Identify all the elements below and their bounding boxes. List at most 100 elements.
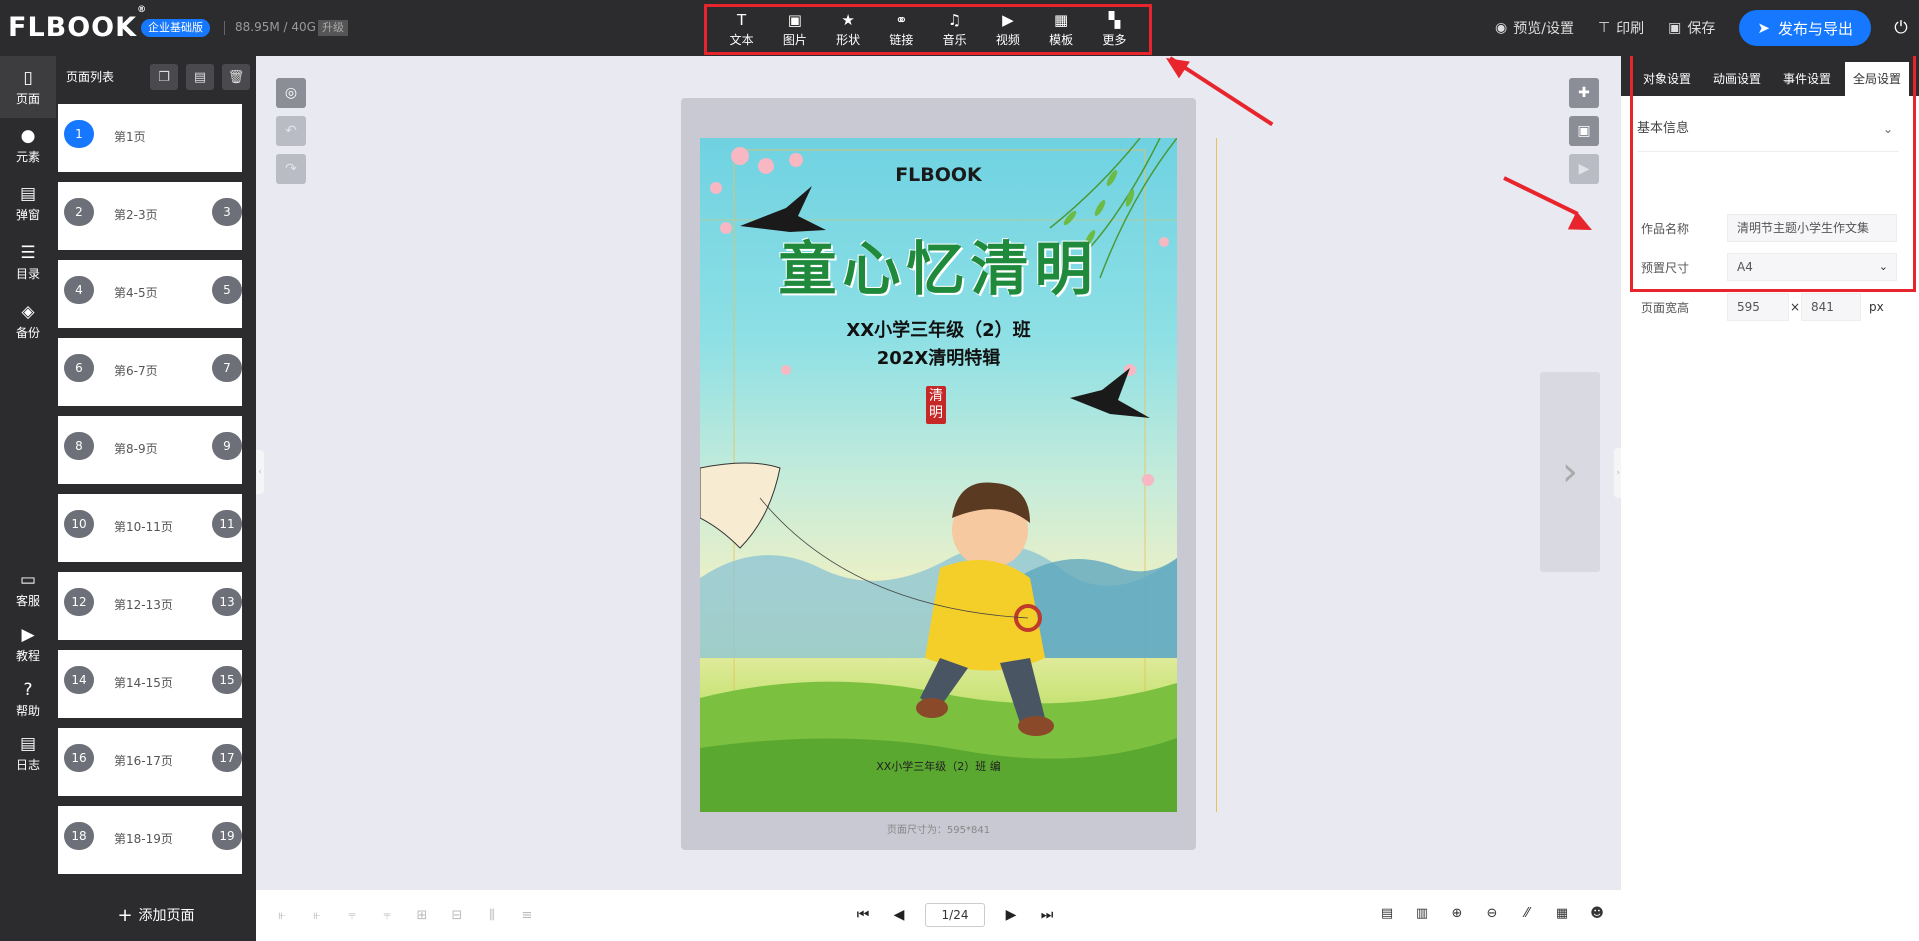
- page-thumbnail[interactable]: 12 第12-13页 13: [58, 572, 242, 640]
- play-icon[interactable]: ▶: [1569, 154, 1599, 184]
- redo-icon[interactable]: ↷: [276, 154, 306, 184]
- nav-backup[interactable]: ◈ 备份: [0, 290, 56, 352]
- page-thumbnail[interactable]: 2 第2-3页 3: [58, 182, 242, 250]
- bottom-toolbar: ⫦ ⫦ ⫧ ⫧ ⊞ ⊟ ⫼ ≡ ⏮ ◀ 1/24 ▶ ⏭ ▤ ▥ ⊕ ⊖ ⁄⁄ …: [256, 890, 1621, 941]
- align-right-icon[interactable]: ⫦: [307, 908, 327, 924]
- duplicate-page-icon[interactable]: ▤: [186, 64, 214, 90]
- nav-log[interactable]: ▤ 日志: [0, 722, 56, 784]
- page-thumbnail[interactable]: 1 第1页: [58, 104, 242, 172]
- align-top-icon[interactable]: ⫧: [342, 908, 362, 924]
- toolbar-star-button[interactable]: ★ 形状: [824, 11, 872, 48]
- align-middle-icon[interactable]: ⊟: [447, 908, 467, 924]
- chevron-down-icon[interactable]: ⌄: [1883, 112, 1893, 146]
- first-page-icon[interactable]: ⏮: [851, 900, 875, 930]
- tutorial-icon: ▶: [21, 624, 35, 645]
- prev-page-icon[interactable]: ◀: [887, 900, 911, 930]
- preview-settings-button[interactable]: ◉ 预览/设置: [1495, 18, 1574, 38]
- add-collaborator-icon[interactable]: ✚: [1569, 78, 1599, 108]
- toolbar-video-button[interactable]: ▶ 视频: [984, 11, 1032, 48]
- page-height-input[interactable]: 841: [1801, 293, 1861, 321]
- zoom-out-icon[interactable]: ⊖: [1482, 906, 1502, 926]
- catalog-icon: ☰: [20, 242, 36, 263]
- nav-tutorial[interactable]: ▶ 教程: [0, 613, 56, 675]
- help-icon: ?: [23, 679, 33, 700]
- print-button[interactable]: ⊤ 印刷: [1598, 18, 1644, 38]
- collapse-left-handle[interactable]: ‹: [256, 450, 264, 494]
- upgrade-button[interactable]: 升级: [318, 20, 348, 36]
- nav-page[interactable]: ▯ 页面: [0, 56, 56, 118]
- basic-info-section[interactable]: 基本信息 ⌄: [1637, 112, 1899, 152]
- boy-shoe: [1018, 716, 1054, 736]
- next-page-arrow[interactable]: ›: [1540, 372, 1600, 572]
- video-icon: ▶: [1002, 11, 1014, 29]
- storage-usage: 88.95M / 40G: [235, 20, 316, 34]
- grid-icon[interactable]: ▦: [1552, 906, 1572, 926]
- cover-subtitle-2[interactable]: 202X清明特辑: [700, 344, 1177, 370]
- toolbar-image-button[interactable]: ▣ 图片: [771, 11, 819, 48]
- cover-subtitle-1[interactable]: XX小学三年级（2）班: [700, 316, 1177, 342]
- cover-footer[interactable]: XX小学三年级（2）班 编: [700, 758, 1177, 774]
- service-icon: ▭: [19, 569, 37, 590]
- page-number: 2: [64, 198, 94, 226]
- work-name-input[interactable]: 清明节主题小学生作文集: [1727, 214, 1897, 242]
- single-page-view-icon[interactable]: ▤: [1377, 906, 1397, 926]
- page-number: 15: [212, 666, 242, 694]
- double-page-view-icon[interactable]: ▥: [1412, 906, 1432, 926]
- page-thumbnail[interactable]: 4 第4-5页 5: [58, 260, 242, 328]
- nav-elements[interactable]: ● 元素: [0, 114, 56, 176]
- page-thumbnail[interactable]: 14 第14-15页 15: [58, 650, 242, 718]
- cover-title[interactable]: 童心忆清明: [700, 222, 1177, 306]
- cover-brand[interactable]: FLBOOK: [700, 164, 1177, 186]
- save-icon: ▣: [1668, 20, 1682, 36]
- toolbar-music-button[interactable]: ♫ 音乐: [931, 11, 979, 48]
- add-page-button[interactable]: + 添加页面: [56, 889, 256, 941]
- auto-layout-icon[interactable]: ◎: [276, 78, 306, 108]
- kite: [700, 462, 781, 549]
- distribute-vertical-icon[interactable]: ≡: [517, 908, 537, 924]
- page-thumbnail[interactable]: 6 第6-7页 7: [58, 338, 242, 406]
- next-page-icon[interactable]: ▶: [999, 900, 1023, 930]
- cover-seal[interactable]: 清明: [927, 388, 945, 422]
- times-sign: ×: [1789, 300, 1801, 314]
- delete-page-icon[interactable]: 🗑: [222, 64, 250, 90]
- preset-size-select[interactable]: A4 ⌄: [1727, 253, 1897, 281]
- nav-popup[interactable]: ▤ 弹窗: [0, 172, 56, 234]
- cover-page[interactable]: FLBOOK 童心忆清明 XX小学三年级（2）班 202X清明特辑 清明 XX小…: [700, 138, 1177, 812]
- toolbar-more-button[interactable]: ▚ 更多: [1090, 11, 1138, 48]
- page-list-title: 页面列表: [66, 69, 115, 84]
- page-settings-icon[interactable]: ▣: [1569, 116, 1599, 146]
- preset-size-label: 预置尺寸: [1641, 260, 1690, 275]
- page-width-input[interactable]: 595: [1727, 293, 1789, 321]
- toolbar-text-button[interactable]: T 文本: [718, 11, 766, 48]
- nav-service[interactable]: ▭ 客服: [0, 558, 56, 620]
- page-number: 6: [64, 354, 94, 382]
- align-center-icon[interactable]: ⊞: [412, 908, 432, 924]
- app-logo[interactable]: FLBOOK®: [8, 5, 147, 43]
- nav-help[interactable]: ? 帮助: [0, 668, 56, 730]
- page-thumbnail[interactable]: 16 第16-17页 17: [58, 728, 242, 796]
- page-indicator-input[interactable]: 1/24: [925, 903, 985, 927]
- backup-icon: ◈: [21, 301, 35, 322]
- align-bottom-icon[interactable]: ⫧: [377, 908, 397, 924]
- save-button[interactable]: ▣ 保存: [1668, 18, 1715, 38]
- toolbar-template-button[interactable]: ▦ 模板: [1037, 11, 1085, 48]
- emoji-icon[interactable]: ☻: [1587, 906, 1607, 926]
- guides-icon[interactable]: ⁄⁄: [1517, 906, 1537, 926]
- vertical-guide-line: [1216, 138, 1217, 812]
- page-thumbnail[interactable]: 10 第10-11页 11: [58, 494, 242, 562]
- align-left-icon[interactable]: ⫦: [272, 908, 292, 924]
- zoom-in-icon[interactable]: ⊕: [1447, 906, 1467, 926]
- power-icon[interactable]: ⏻: [1891, 18, 1911, 38]
- last-page-icon[interactable]: ⏭: [1035, 900, 1059, 930]
- distribute-horizontal-icon[interactable]: ⫼: [482, 908, 502, 924]
- publish-export-button[interactable]: ➤ 发布与导出: [1739, 10, 1871, 46]
- page-thumbnail[interactable]: 18 第18-19页 19: [58, 806, 242, 874]
- undo-icon[interactable]: ↶: [276, 116, 306, 146]
- nav-catalog[interactable]: ☰ 目录: [0, 231, 56, 293]
- boy-shoe: [916, 698, 948, 718]
- page-number: 4: [64, 276, 94, 304]
- page-thumbnail[interactable]: 8 第8-9页 9: [58, 416, 242, 484]
- copy-page-icon[interactable]: ❐: [150, 64, 178, 90]
- toolbar-link-button[interactable]: ⚭ 链接: [877, 11, 925, 48]
- section-title: 基本信息: [1637, 121, 1690, 136]
